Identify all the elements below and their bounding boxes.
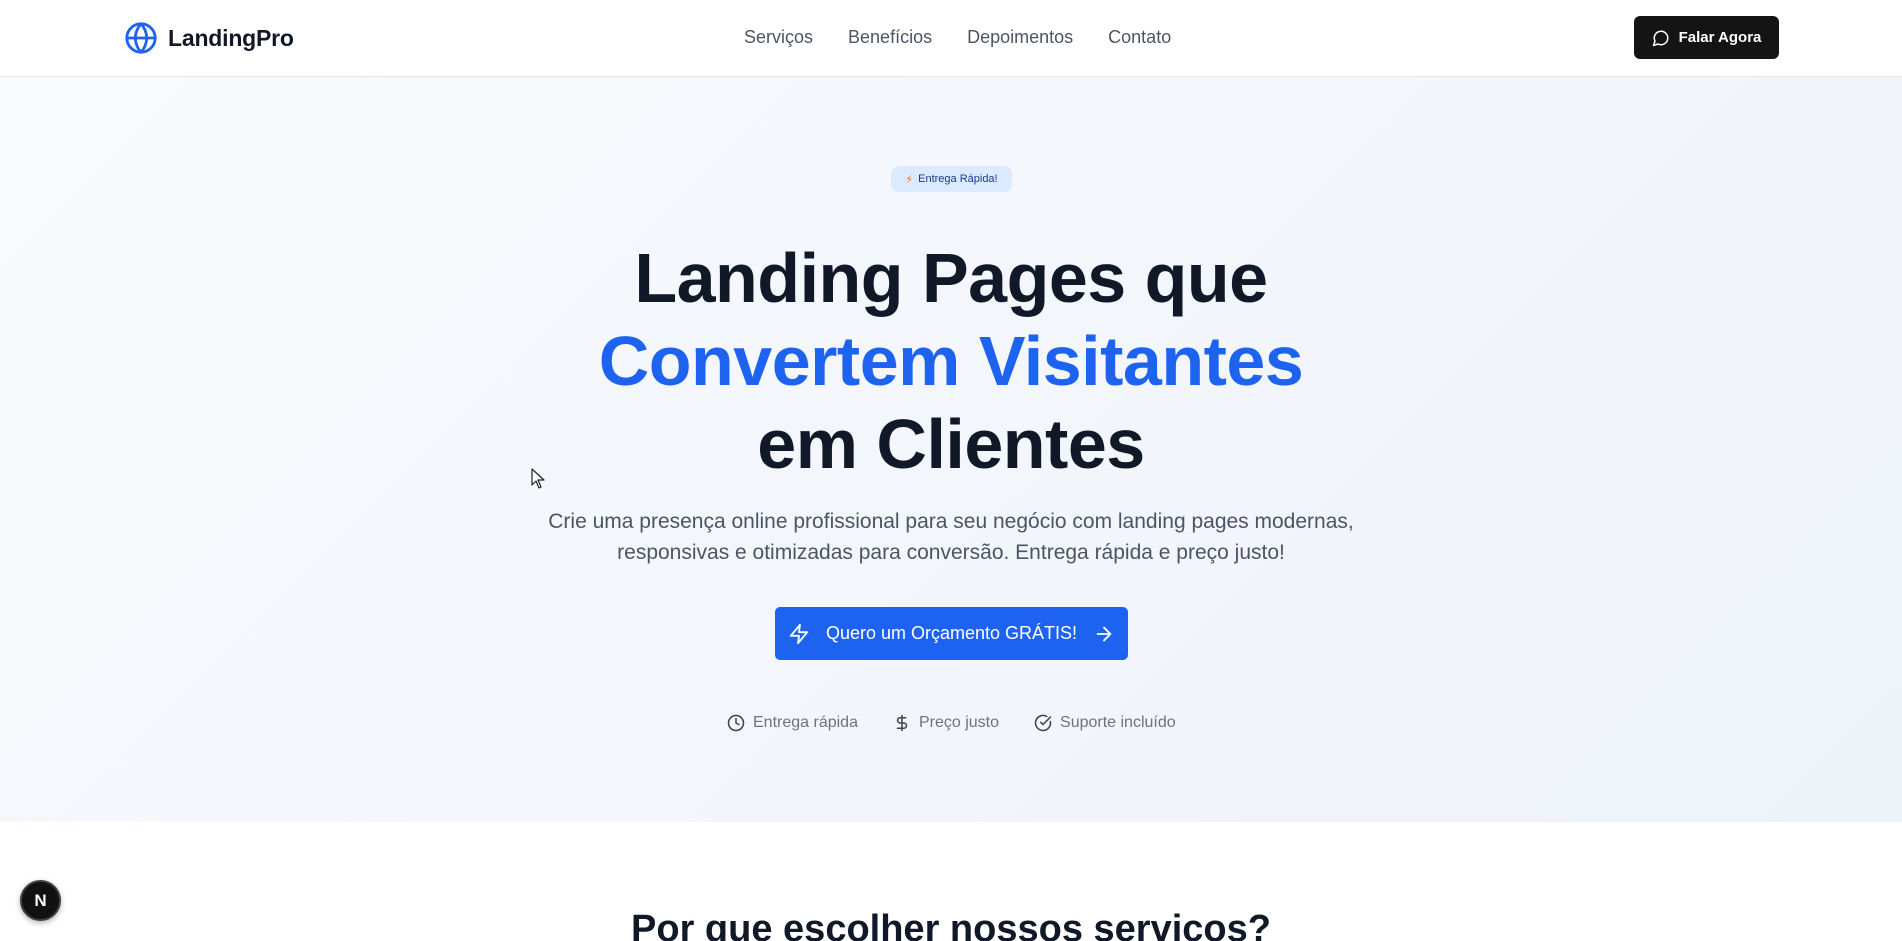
feature-label: Suporte incluído (1060, 714, 1176, 731)
nextjs-logo-icon: N (34, 890, 47, 910)
feature-label: Preço justo (918, 714, 1000, 731)
feature-support: Suporte incluído (1034, 714, 1176, 732)
hero-title-line-1: Landing Pages que (634, 239, 1268, 317)
hero-subtitle: Crie uma presença online profissional pa… (548, 510, 1354, 564)
section-title: Por que escolher nossos serviços? (631, 908, 1271, 941)
hero-title-line-2: Convertem Visitantes (598, 322, 1304, 400)
zap-icon (789, 623, 809, 644)
logo[interactable]: LandingPro (124, 21, 294, 55)
talk-now-label: Falar Agora (1678, 29, 1762, 46)
nav-link-beneficios[interactable]: Benefícios (848, 27, 932, 48)
hero-section: ⚡ Entrega Rápida! Landing Pages que Conv… (0, 77, 1902, 822)
hero-title: Landing Pages que Convertem Visitantes e… (451, 237, 1451, 486)
feature-label: Entrega rápida (753, 714, 858, 731)
clock-icon (727, 714, 745, 732)
message-circle-icon (1652, 30, 1669, 46)
arrow-right-icon (1096, 626, 1112, 641)
lightning-icon: ⚡ (905, 173, 914, 186)
dollar-sign-icon (896, 714, 908, 732)
talk-now-button[interactable]: Falar Agora (1634, 16, 1779, 59)
free-quote-label: Quero um Orçamento GRÁTIS! (825, 623, 1078, 643)
badge-label: Entrega Rápida! (918, 173, 998, 185)
nav-link-contato[interactable]: Contato (1108, 27, 1171, 48)
main-nav: Serviços Benefícios Depoimentos Contato (744, 24, 1171, 50)
mouse-cursor-icon (531, 468, 545, 489)
why-choose-section: Por que escolher nossos serviços? (0, 822, 1902, 941)
feature-fair-price: Preço justo (893, 714, 999, 732)
globe-icon (125, 22, 157, 54)
nav-link-depoimentos[interactable]: Depoimentos (967, 27, 1073, 48)
free-quote-button[interactable]: Quero um Orçamento GRÁTIS! (775, 607, 1128, 660)
check-circle-icon (1034, 714, 1052, 732)
site-header: LandingPro Serviços Benefícios Depoiment… (0, 0, 1902, 77)
nav-link-servicos[interactable]: Serviços (744, 27, 813, 48)
hero-title-line-3: em Clientes (757, 405, 1145, 483)
logo-text: LandingPro (168, 24, 294, 51)
nextjs-dev-indicator[interactable]: N (20, 880, 61, 921)
fast-delivery-badge: ⚡ Entrega Rápida! (891, 166, 1012, 192)
feature-list: Entrega rápida Preço justo Suporte inclu… (727, 712, 1176, 734)
feature-fast-delivery: Entrega rápida (727, 714, 858, 732)
